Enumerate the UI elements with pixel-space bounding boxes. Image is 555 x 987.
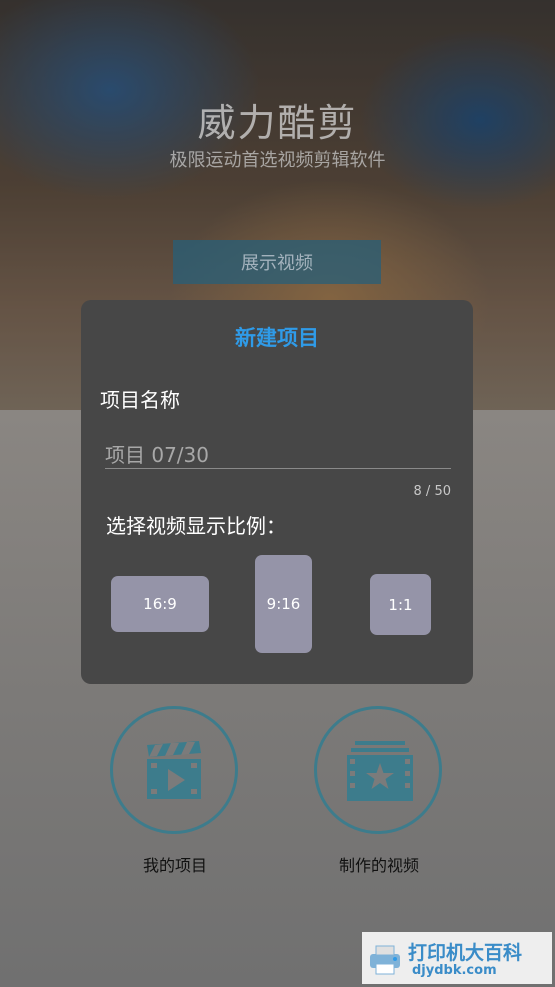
my-projects-label: 我的项目 [142, 856, 207, 875]
my-projects-button[interactable] [110, 706, 238, 834]
made-videos-button[interactable] [314, 706, 442, 834]
showcase-video-button[interactable]: 展示视频 [173, 240, 381, 284]
project-name-input[interactable] [105, 438, 451, 469]
new-project-dialog: 新建项目 项目名称 8 / 50 选择视频显示比例： 16:9 9:16 1:1 [81, 300, 473, 684]
app-title: 威力酷剪 [197, 101, 358, 145]
watermark: 打印机大百科 djydbk.com [362, 932, 552, 984]
aspect-ratio-label: 选择视频显示比例： [106, 514, 286, 538]
app-subtitle: 极限运动首选视频剪辑软件 [169, 150, 386, 171]
film-star-icon [347, 741, 413, 801]
made-videos-label: 制作的视频 [338, 856, 419, 875]
dialog-title: 新建项目 [235, 326, 319, 350]
ratio-16-9-button[interactable]: 16:9 [111, 576, 209, 632]
watermark-text: 打印机大百科 [408, 942, 523, 964]
project-name-label: 项目名称 [100, 388, 180, 412]
ratio-1-1-button[interactable]: 1:1 [370, 574, 431, 635]
printer-icon [370, 945, 400, 975]
watermark-url: djydbk.com [412, 963, 497, 978]
clapperboard-icon [147, 741, 201, 799]
character-count: 8 / 50 [413, 484, 451, 499]
ratio-9-16-button[interactable]: 9:16 [255, 555, 312, 653]
